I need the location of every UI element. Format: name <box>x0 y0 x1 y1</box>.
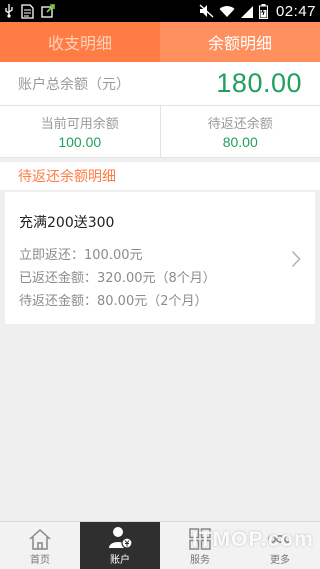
status-time: 02:47 <box>275 2 316 20</box>
nav-home[interactable]: 首页 <box>0 522 80 569</box>
nav-label: 服务 <box>190 555 210 566</box>
available-balance-value: 100.00 <box>58 134 102 150</box>
status-bar: 02:47 <box>0 0 320 22</box>
usb-icon <box>4 4 14 18</box>
promo-immediate-refund: 立即返还：100.00元 <box>19 248 143 263</box>
pending-balance-value: 80.00 <box>222 134 258 150</box>
available-balance: 当前可用余额 100.00 <box>0 106 160 157</box>
total-balance-row: 账户总余额（元） 180.00 <box>0 62 320 106</box>
promo-refunded-amount: 已返还金额：320.00元（8个月） <box>19 271 216 286</box>
tab-label: 余额明细 <box>207 34 272 53</box>
chevron-right-icon <box>291 250 301 272</box>
promo-pending-amount: 待返还金额：80.00元（2个月） <box>19 294 208 309</box>
nav-label: 更多 <box>270 555 290 566</box>
section-title: 待返还余额明细 <box>0 162 320 190</box>
tab-bar: 收支明细 余额明细 <box>0 22 320 62</box>
promo-card[interactable]: 充满200送300 立即返还：100.00元 已返还金额：320.00元（8个月… <box>5 192 315 324</box>
nav-account[interactable]: 账户 <box>80 522 160 569</box>
promo-title: 充满200送300 <box>19 215 115 231</box>
export-icon <box>41 4 55 18</box>
mute-icon <box>199 4 214 18</box>
tab-label: 收支明细 <box>47 34 112 53</box>
wifi-icon <box>219 5 235 18</box>
balance-breakdown: 当前可用余额 100.00 待返还余额 80.00 <box>0 106 320 158</box>
nav-label: 首页 <box>30 555 50 566</box>
account-icon <box>107 526 133 550</box>
available-balance-label: 当前可用余额 <box>40 117 119 132</box>
watermark: ITMOP.com <box>192 528 314 551</box>
signal-icon <box>240 5 254 18</box>
pending-balance: 待返还余额 80.00 <box>159 106 320 157</box>
total-balance-value: 180.00 <box>216 68 302 98</box>
total-balance-label: 账户总余额（元） <box>18 76 130 93</box>
nav-label: 账户 <box>110 555 130 566</box>
battery-icon <box>258 3 268 19</box>
tab-balance-details[interactable]: 余额明细 <box>160 22 320 62</box>
document-icon <box>21 3 34 19</box>
tab-income-expense-details[interactable]: 收支明细 <box>0 22 160 62</box>
pending-balance-label: 待返还余额 <box>207 117 273 132</box>
home-icon <box>28 528 52 550</box>
